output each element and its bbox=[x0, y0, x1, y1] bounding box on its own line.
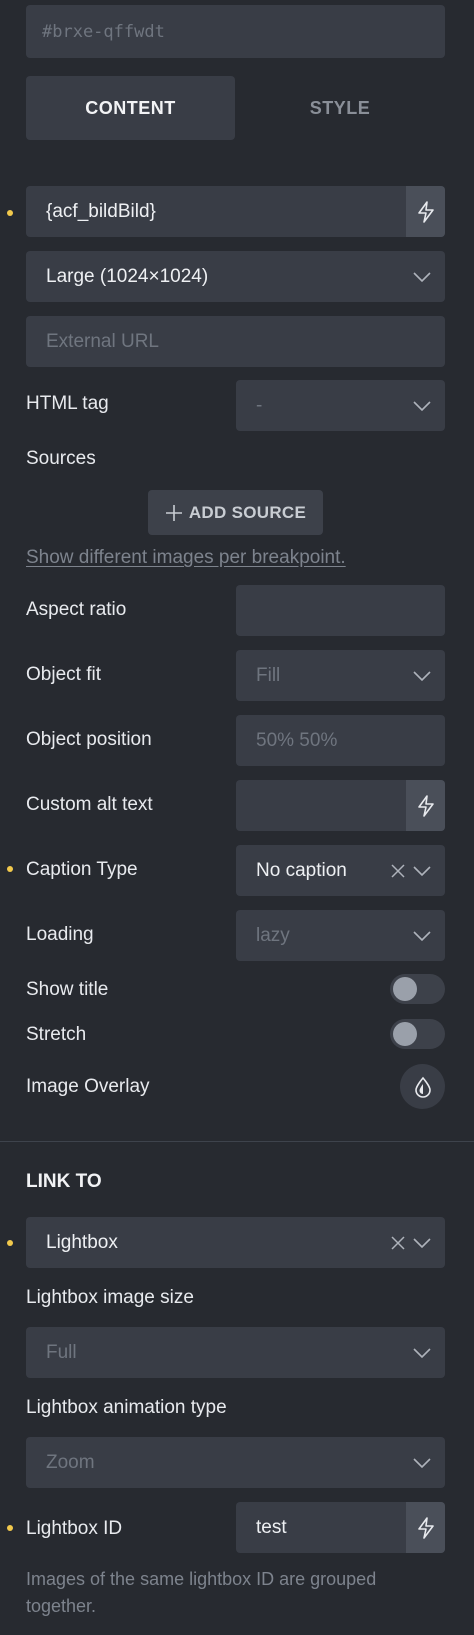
image-overlay-button[interactable] bbox=[400, 1064, 445, 1109]
dynamic-data-button[interactable] bbox=[406, 780, 445, 831]
close-icon[interactable] bbox=[391, 1235, 405, 1250]
stretch-toggle[interactable] bbox=[390, 1019, 445, 1049]
element-id-text: #brxe-qffwdt bbox=[42, 21, 165, 42]
lightbox-animation-type-label: Lightbox animation type bbox=[26, 1397, 227, 1418]
chevron-down-icon bbox=[413, 865, 431, 876]
lightbox-id-label: Lightbox ID bbox=[26, 1518, 123, 1539]
caption-type-label: Caption Type bbox=[26, 859, 138, 880]
chevron-down-icon bbox=[413, 1347, 431, 1358]
object-fit-select[interactable]: Fill bbox=[236, 650, 445, 701]
chevron-down-icon bbox=[413, 400, 431, 411]
add-source-button[interactable]: ADD SOURCE bbox=[148, 490, 323, 535]
modified-indicator bbox=[7, 866, 13, 872]
object-position-value: 50% 50% bbox=[256, 729, 338, 751]
lightbox-image-size-label: Lightbox image size bbox=[26, 1287, 194, 1308]
image-field[interactable]: {acf_bildBild} bbox=[26, 186, 445, 237]
toggle-knob bbox=[393, 1022, 417, 1046]
close-icon[interactable] bbox=[391, 863, 405, 878]
external-url-input[interactable]: External URL bbox=[26, 316, 445, 367]
chevron-down-icon bbox=[413, 930, 431, 941]
chevron-down-icon bbox=[413, 670, 431, 681]
sources-label: Sources bbox=[26, 448, 96, 469]
image-size-value: Large (1024×1024) bbox=[46, 265, 209, 287]
section-divider bbox=[0, 1141, 474, 1142]
custom-alt-text-label: Custom alt text bbox=[26, 794, 153, 815]
bolt-icon bbox=[417, 200, 434, 223]
image-value: {acf_bildBild} bbox=[46, 200, 156, 222]
modified-indicator bbox=[7, 210, 13, 216]
plus-icon bbox=[165, 504, 182, 521]
loading-select[interactable]: lazy bbox=[236, 910, 445, 961]
color-drop-icon bbox=[414, 1076, 431, 1098]
breakpoint-help-link[interactable]: Show different images per breakpoint. bbox=[26, 547, 346, 569]
external-url-placeholder: External URL bbox=[46, 330, 159, 352]
lightbox-image-size-select[interactable]: Full bbox=[26, 1327, 445, 1378]
bolt-icon bbox=[417, 794, 434, 817]
lightbox-animation-type-select[interactable]: Zoom bbox=[26, 1437, 445, 1488]
link-to-select[interactable]: Lightbox bbox=[26, 1217, 445, 1268]
aspect-ratio-label: Aspect ratio bbox=[26, 599, 127, 620]
html-tag-select[interactable]: - bbox=[236, 380, 445, 431]
link-to-heading: LINK TO bbox=[26, 1171, 102, 1192]
chevron-down-icon bbox=[413, 271, 431, 282]
loading-label: Loading bbox=[26, 924, 94, 945]
dynamic-data-button[interactable] bbox=[406, 186, 445, 237]
modified-indicator bbox=[7, 1240, 13, 1246]
tab-style-label: STYLE bbox=[309, 97, 371, 118]
image-overlay-label: Image Overlay bbox=[26, 1076, 150, 1097]
chevron-down-icon bbox=[413, 1457, 431, 1468]
lightbox-id-help-text: Images of the same lightbox ID are group… bbox=[26, 1569, 377, 1616]
modified-indicator bbox=[7, 1525, 13, 1531]
html-tag-label: HTML tag bbox=[26, 393, 109, 414]
dynamic-data-button[interactable] bbox=[406, 1502, 445, 1553]
caption-type-select[interactable]: No caption bbox=[236, 845, 445, 896]
object-fit-label: Object fit bbox=[26, 664, 101, 685]
tab-style[interactable]: STYLE bbox=[235, 76, 445, 140]
link-to-value: Lightbox bbox=[46, 1231, 118, 1253]
toggle-knob bbox=[393, 977, 417, 1001]
element-id-field[interactable]: #brxe-qffwdt bbox=[26, 5, 445, 58]
lightbox-id-input[interactable]: test bbox=[236, 1502, 445, 1553]
chevron-down-icon bbox=[413, 1237, 431, 1248]
custom-alt-text-input[interactable] bbox=[236, 780, 445, 831]
aspect-ratio-input[interactable] bbox=[236, 585, 445, 636]
stretch-label: Stretch bbox=[26, 1024, 87, 1045]
lightbox-animation-type-value: Zoom bbox=[46, 1451, 95, 1473]
show-title-toggle[interactable] bbox=[390, 974, 445, 1004]
tab-content[interactable]: CONTENT bbox=[26, 76, 235, 140]
add-source-label: ADD SOURCE bbox=[188, 502, 307, 522]
tab-content-label: CONTENT bbox=[85, 97, 176, 118]
show-title-label: Show title bbox=[26, 979, 109, 1000]
object-position-input[interactable]: 50% 50% bbox=[236, 715, 445, 766]
lightbox-image-size-value: Full bbox=[46, 1341, 77, 1363]
object-position-label: Object position bbox=[26, 729, 152, 750]
bolt-icon bbox=[417, 1516, 434, 1539]
image-size-select[interactable]: Large (1024×1024) bbox=[26, 251, 445, 302]
